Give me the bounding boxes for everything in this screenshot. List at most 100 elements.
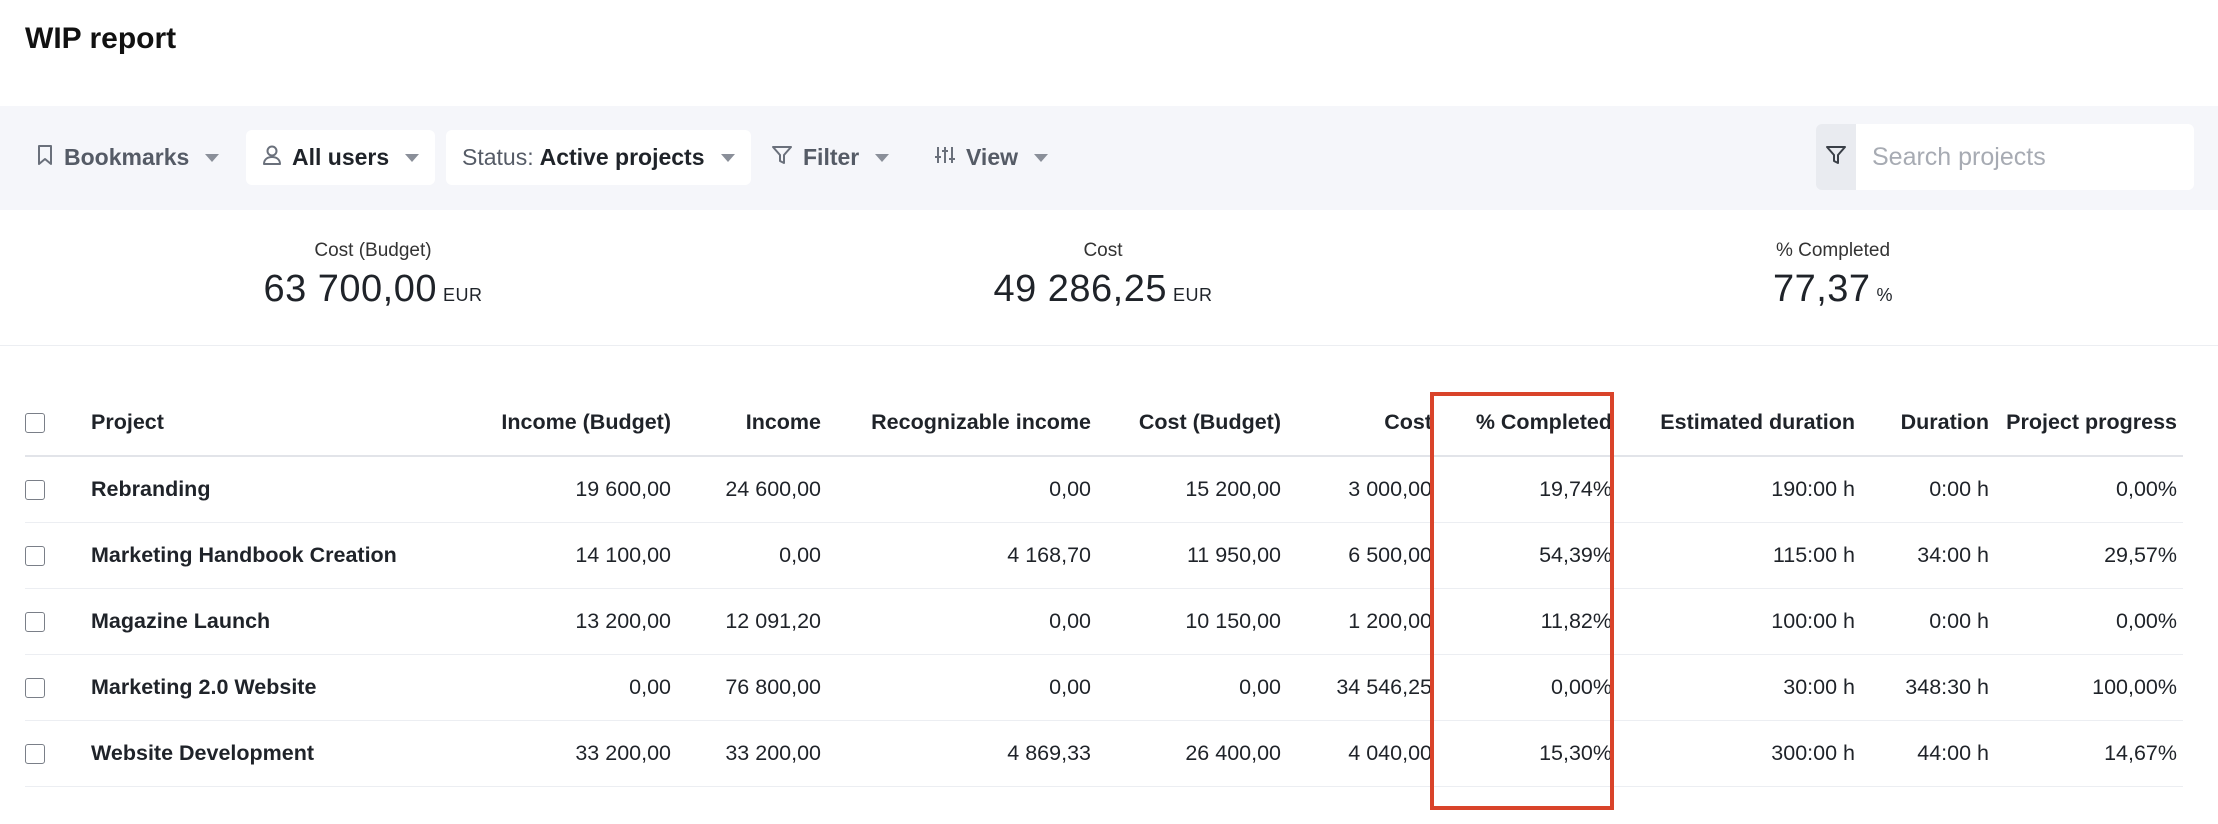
table-row[interactable]: Website Development 33 200,00 33 200,00 … [25, 720, 2183, 787]
cost-budget-cell: 10 150,00 [1097, 588, 1287, 655]
metric-unit: EUR [443, 285, 483, 305]
income-budget-cell: 0,00 [411, 654, 677, 721]
row-checkbox[interactable] [25, 545, 45, 566]
column-header-cost[interactable]: Cost [1287, 390, 1438, 457]
cost-cell: 34 546,25 [1287, 654, 1438, 721]
search-input[interactable] [1856, 124, 2194, 190]
completed-column-highlight [1430, 392, 1614, 810]
table-row[interactable]: Magazine Launch 13 200,00 12 091,20 0,00… [25, 588, 2183, 655]
estimated-duration-cell: 190:00 h [1618, 456, 1861, 523]
cost-budget-cell: 11 950,00 [1097, 522, 1287, 589]
recognizable-income-cell: 0,00 [827, 456, 1097, 523]
project-progress-cell: 0,00% [1995, 588, 2183, 655]
table-row[interactable]: Marketing 2.0 Website 0,00 76 800,00 0,0… [25, 654, 2183, 721]
cost-budget-cell: 26 400,00 [1097, 720, 1287, 787]
column-header-cost-budget[interactable]: Cost (Budget) [1097, 390, 1287, 457]
status-dropdown[interactable]: Status: Active projects [446, 130, 751, 185]
row-checkbox[interactable] [25, 480, 45, 501]
row-checkbox[interactable] [25, 743, 45, 764]
bookmarks-label: Bookmarks [64, 144, 190, 170]
column-header-income[interactable]: Income [677, 390, 827, 457]
table-row[interactable]: Marketing Handbook Creation 14 100,00 0,… [25, 522, 2183, 589]
cost-budget-cell: 15 200,00 [1097, 456, 1287, 523]
cost-cell: 6 500,00 [1287, 522, 1438, 589]
chevron-down-icon [1034, 153, 1048, 162]
estimated-duration-cell: 115:00 h [1618, 522, 1861, 589]
income-cell: 24 600,00 [677, 456, 827, 523]
metric-value: 49 286,25 [993, 268, 1168, 310]
metric-label: Cost (Budget) [314, 240, 432, 261]
users-dropdown[interactable]: All users [246, 130, 436, 185]
project-name[interactable]: Website Development [91, 720, 411, 787]
summary-cost: Cost 49 286,25 EUR [903, 240, 1303, 311]
column-header-duration[interactable]: Duration [1861, 390, 1995, 457]
income-budget-cell: 13 200,00 [411, 588, 677, 655]
income-budget-cell: 33 200,00 [411, 720, 677, 787]
table-header-row: Project Income (Budget) Income Recogniza… [25, 390, 2183, 457]
users-label: All users [292, 144, 390, 170]
project-name[interactable]: Magazine Launch [91, 588, 411, 655]
metric-label: Cost [1083, 240, 1123, 261]
metric-unit: EUR [1173, 285, 1213, 305]
project-progress-cell: 100,00% [1995, 654, 2183, 721]
project-name[interactable]: Marketing Handbook Creation [91, 522, 411, 589]
income-cell: 76 800,00 [677, 654, 827, 721]
duration-cell: 34:00 h [1861, 522, 1995, 589]
cost-cell: 4 040,00 [1287, 720, 1438, 787]
column-header-income-budget[interactable]: Income (Budget) [411, 390, 677, 457]
duration-cell: 0:00 h [1861, 456, 1995, 523]
estimated-duration-cell: 100:00 h [1618, 588, 1861, 655]
toolbar: Bookmarks All users Status: Active proje… [0, 106, 2218, 210]
metric-unit: % [1876, 285, 1894, 305]
view-dropdown[interactable]: View [934, 130, 1048, 185]
income-budget-cell: 19 600,00 [411, 456, 677, 523]
chevron-down-icon [205, 153, 220, 162]
row-checkbox[interactable] [25, 611, 45, 632]
column-header-estimated-duration[interactable]: Estimated duration [1618, 390, 1861, 457]
search-filter-button[interactable] [1816, 124, 1856, 190]
summary-cost-budget: Cost (Budget) 63 700,00 EUR [173, 240, 573, 311]
income-cell: 12 091,20 [677, 588, 827, 655]
project-progress-cell: 14,67% [1995, 720, 2183, 787]
status-value: Active projects [539, 144, 705, 170]
status-prefix: Status: [462, 144, 534, 170]
chevron-down-icon [875, 153, 890, 162]
income-cell: 0,00 [677, 522, 827, 589]
metric-value: 63 700,00 [263, 268, 438, 310]
project-name[interactable]: Marketing 2.0 Website [91, 654, 411, 721]
row-checkbox[interactable] [25, 677, 45, 698]
sliders-icon [934, 144, 956, 172]
estimated-duration-cell: 300:00 h [1618, 720, 1861, 787]
cost-budget-cell: 0,00 [1097, 654, 1287, 721]
column-header-project-progress[interactable]: Project progress [1995, 390, 2183, 457]
recognizable-income-cell: 0,00 [827, 654, 1097, 721]
summary-bar: Cost (Budget) 63 700,00 EUR Cost 49 286,2… [0, 210, 2218, 346]
user-icon [262, 144, 282, 172]
income-budget-cell: 14 100,00 [411, 522, 677, 589]
duration-cell: 0:00 h [1861, 588, 1995, 655]
recognizable-income-cell: 4 869,33 [827, 720, 1097, 787]
project-name[interactable]: Rebranding [91, 456, 411, 523]
cost-cell: 3 000,00 [1287, 456, 1438, 523]
filter-dropdown[interactable]: Filter [771, 130, 890, 185]
column-header-project[interactable]: Project [91, 390, 411, 457]
recognizable-income-cell: 4 168,70 [827, 522, 1097, 589]
chevron-down-icon [720, 153, 735, 162]
column-header-recognizable-income[interactable]: Recognizable income [827, 390, 1097, 457]
view-label: View [966, 144, 1018, 170]
select-all-checkbox[interactable] [25, 413, 45, 434]
duration-cell: 44:00 h [1861, 720, 1995, 787]
search-box [1816, 124, 2194, 190]
bookmarks-dropdown[interactable]: Bookmarks [36, 130, 220, 185]
page-title: WIP report [25, 22, 177, 55]
table-row[interactable]: Rebranding 19 600,00 24 600,00 0,00 15 2… [25, 456, 2183, 523]
metric-label: % Completed [1775, 240, 1891, 261]
project-progress-cell: 29,57% [1995, 522, 2183, 589]
duration-cell: 348:30 h [1861, 654, 1995, 721]
project-progress-cell: 0,00% [1995, 456, 2183, 523]
metric-value: 77,37 [1772, 268, 1871, 310]
cost-cell: 1 200,00 [1287, 588, 1438, 655]
income-cell: 33 200,00 [677, 720, 827, 787]
filter-label: Filter [803, 144, 860, 170]
estimated-duration-cell: 30:00 h [1618, 654, 1861, 721]
